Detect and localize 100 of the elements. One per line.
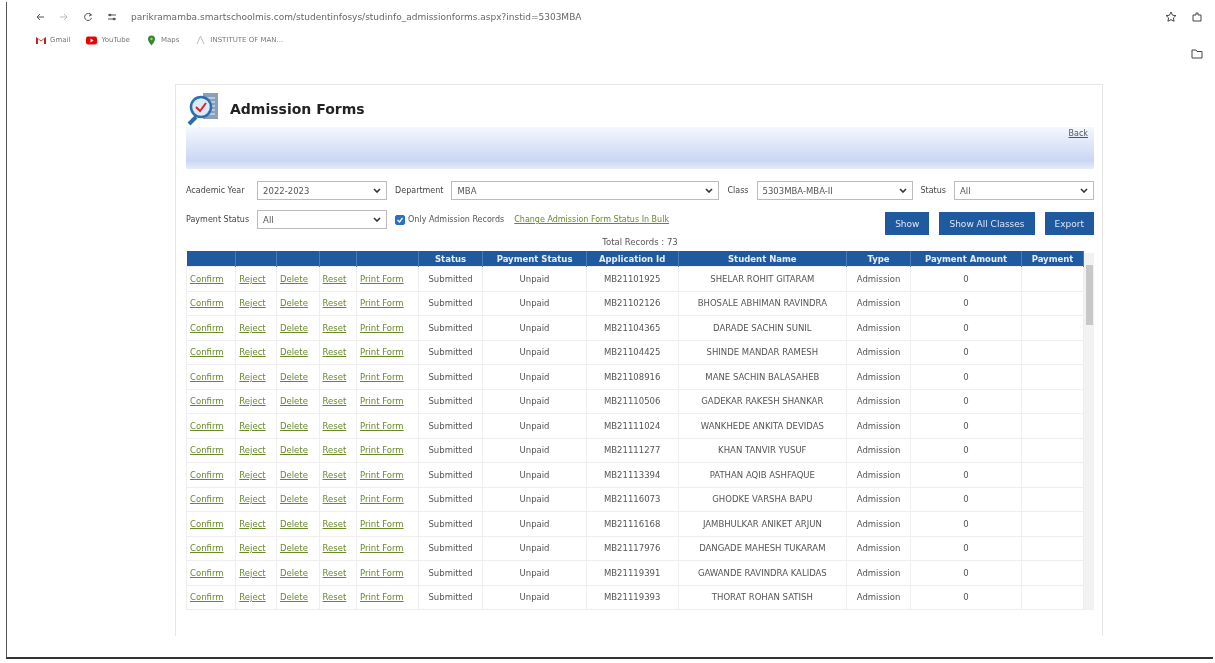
reload-icon[interactable] — [83, 12, 93, 22]
show-button[interactable]: Show — [885, 212, 930, 235]
video-play-icon — [86, 34, 98, 46]
header-cell — [186, 251, 236, 267]
bulk-status-link[interactable]: Change Admission Form Status In Bulk — [514, 215, 669, 224]
table-cell: KHAN TANVIR YUSUF — [678, 438, 847, 463]
table-cell: SHELAR ROHIT GITARAM — [678, 266, 847, 291]
table-cell: MB21113394 — [586, 462, 679, 487]
table-cell: PATHAN AQIB ASHFAQUE — [678, 462, 847, 487]
checkbox[interactable] — [395, 214, 406, 225]
column-header: Student Name — [678, 251, 847, 267]
table-cell: Unpaid — [482, 291, 587, 316]
dropdown[interactable]: All — [257, 210, 388, 229]
table-cell: MANE SACHIN BALASAHEB — [678, 364, 847, 389]
table-cell: Unpaid — [482, 487, 587, 512]
table-cell: Submitted — [418, 315, 483, 340]
table-cell: 0 — [910, 315, 1022, 340]
table-cell: Admission — [846, 364, 911, 389]
table-cell: MB21104425 — [586, 340, 679, 365]
map-pin-icon — [145, 34, 157, 46]
table-cell: 0 — [910, 291, 1022, 316]
table-cell: MB21119393 — [586, 585, 679, 610]
mail-icon — [35, 34, 46, 46]
dropdown[interactable]: All — [954, 181, 1094, 200]
table-cell: Unpaid — [482, 266, 587, 291]
back-icon[interactable] — [35, 12, 45, 22]
dropdown[interactable]: MBA — [451, 181, 720, 200]
table-cell: Unpaid — [482, 585, 587, 610]
star-icon[interactable] — [1165, 11, 1177, 23]
caret-icon — [1080, 188, 1088, 193]
header-cell — [235, 251, 277, 267]
caret-icon — [373, 217, 382, 222]
field-label: Academic Year — [186, 186, 246, 195]
address-bar[interactable]: parikramamba.smartschoolmis.com/studentinfosys/studinfo_admissionforms.aspx?instid=5303MBA — [131, 12, 582, 22]
table-cell: MB21111024 — [586, 413, 679, 438]
caret-icon — [373, 188, 382, 193]
dropdown[interactable]: 2022-2023 — [257, 181, 388, 200]
table-cell: 0 — [910, 487, 1022, 512]
table-cell: Submitted — [418, 266, 483, 291]
table-cell: Submitted — [418, 413, 483, 438]
table-cell: Unpaid — [482, 462, 587, 487]
column-header: Type — [846, 251, 911, 267]
bookmark-logo-icon — [195, 34, 207, 46]
show-all-classes-button[interactable]: Show All Classes — [939, 212, 1035, 235]
table-cell: 0 — [910, 511, 1022, 536]
field-label: Class — [727, 186, 749, 195]
table-cell: Unpaid — [482, 364, 587, 389]
table-cell: GADEKAR RAKESH SHANKAR — [678, 389, 847, 414]
table-cell: Submitted — [418, 560, 483, 585]
table-cell: GHODKE VARSHA BAPU — [678, 487, 847, 512]
table-cell: MB21101925 — [586, 266, 679, 291]
table-cell: Submitted — [418, 438, 483, 463]
caret-icon — [898, 188, 907, 193]
table-cell: Unpaid — [482, 340, 587, 365]
table-cell: 0 — [910, 340, 1022, 365]
table-cell: Admission — [846, 560, 911, 585]
table-cell: Submitted — [418, 511, 483, 536]
check-icon — [396, 215, 405, 224]
table-cell: SHINDE MANDAR RAMESH — [678, 340, 847, 365]
table-cell: Unpaid — [482, 413, 587, 438]
table-cell: 0 — [910, 364, 1022, 389]
table-cell: Admission — [846, 585, 911, 610]
export-button[interactable]: Export — [1044, 212, 1094, 235]
table-cell: Unpaid — [482, 511, 587, 536]
table-cell: 0 — [910, 413, 1022, 438]
column-header: Payment Status — [482, 251, 587, 267]
table-cell: Submitted — [418, 389, 483, 414]
back-link[interactable]: Back — [1068, 129, 1088, 138]
table-cell: 0 — [910, 585, 1022, 610]
header-cell — [276, 251, 319, 267]
table-cell: Unpaid — [482, 560, 587, 585]
column-header: Status — [418, 251, 483, 267]
dropdown[interactable]: 5303MBA-MBA-II — [756, 181, 913, 200]
folder-icon[interactable] — [1191, 48, 1203, 59]
table-cell: Submitted — [418, 585, 483, 610]
table-cell: 0 — [910, 266, 1022, 291]
column-header: Payment — [1021, 251, 1084, 267]
table-cell: Submitted — [418, 536, 483, 561]
table-cell: Unpaid — [482, 315, 587, 340]
table-cell: 0 — [910, 536, 1022, 561]
checkbox-label: Only Admission Records — [408, 215, 505, 224]
field-label: Payment Status — [186, 215, 250, 224]
scrollbar[interactable] — [1084, 253, 1094, 610]
table-cell: Admission — [846, 291, 911, 316]
field-label: Status — [920, 186, 946, 195]
table-cell: Submitted — [418, 364, 483, 389]
table-cell: WANKHEDE ANKITA DEVIDAS — [678, 413, 847, 438]
table-cell: MB21108916 — [586, 364, 679, 389]
site-settings-icon[interactable] — [107, 12, 117, 22]
column-header: Payment Amount — [910, 251, 1022, 267]
table-cell: DARADE SACHIN SUNIL — [678, 315, 847, 340]
table-cell: Admission — [846, 389, 911, 414]
table-cell: Admission — [846, 266, 911, 291]
table-cell: DANGADE MAHESH TUKARAM — [678, 536, 847, 561]
header-cell — [319, 251, 357, 267]
page-title: Admission Forms — [230, 101, 365, 117]
header-cell — [356, 251, 419, 267]
table-cell: 0 — [910, 462, 1022, 487]
table-cell: Admission — [846, 462, 911, 487]
extensions-icon[interactable] — [1191, 11, 1203, 23]
